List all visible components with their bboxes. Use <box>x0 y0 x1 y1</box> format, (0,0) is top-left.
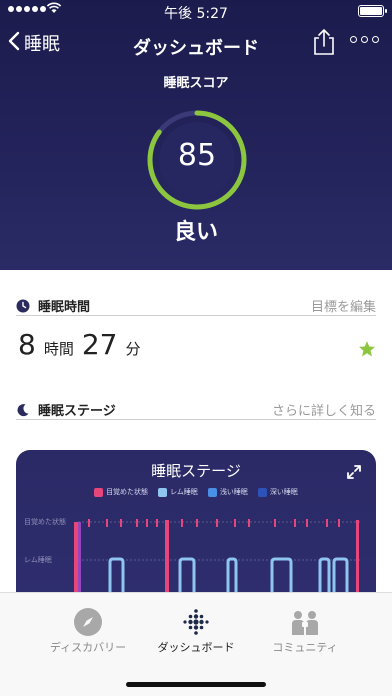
row-label-rem: レム睡眠 <box>24 556 52 564</box>
awake-tick <box>274 519 276 527</box>
legend-swatch <box>207 487 217 497</box>
legend-item-awake: 目覚めた状態 <box>94 487 148 497</box>
legend-item-deep: 深い睡眠 <box>257 487 298 497</box>
awake-tick <box>181 519 183 527</box>
tab-label: コミュニティ <box>272 641 338 654</box>
awake-tick <box>306 519 308 527</box>
more-button[interactable] <box>350 36 379 43</box>
awake-tick <box>294 519 296 527</box>
awake-tick <box>234 519 236 527</box>
sleep-time-title: 睡眠時間 <box>38 300 91 315</box>
tab-bar: ディスカバリー ダッシュボード コミュニティ <box>0 592 392 696</box>
share-button[interactable] <box>312 28 336 56</box>
awake-tick <box>136 519 138 527</box>
legend-swatch <box>257 487 267 497</box>
share-icon <box>314 29 334 55</box>
chart-title: 睡眠ステージ <box>151 462 241 480</box>
compass-icon <box>74 608 102 636</box>
awake-tick <box>248 519 250 527</box>
legend-label: レム睡眠 <box>170 488 198 496</box>
legend-item-light: 浅い睡眠 <box>207 487 248 497</box>
sleep-time-header: 睡眠時間 目標を編集 <box>16 296 376 316</box>
sleep-score-rating: 良い <box>173 220 218 245</box>
legend-label: 目覚めた状態 <box>106 488 149 496</box>
sleep-score-label: 睡眠スコア <box>163 76 229 91</box>
navigation-bar: 睡眠 ダッシュボード <box>0 26 392 62</box>
chart-legend: 目覚めた状態 レム睡眠 浅い睡眠 深い睡眠 <box>16 487 376 497</box>
more-dot-icon <box>372 36 379 43</box>
sleep-score-header: 午後 5:27 睡眠 ダッシュボード 睡眠スコア 85 良い <box>0 0 392 270</box>
status-bar: 午後 5:27 <box>0 0 392 22</box>
moon-icon <box>17 403 29 416</box>
expand-icon[interactable] <box>346 464 362 480</box>
sleep-stages-header: 睡眠ステージ さらに詳しく知る <box>16 400 376 420</box>
more-dot-icon <box>361 36 368 43</box>
legend-label: 浅い睡眠 <box>219 488 248 496</box>
awake-tick <box>196 519 198 527</box>
status-time: 午後 5:27 <box>164 6 228 22</box>
clock-icon <box>16 299 30 312</box>
dots-grid-icon <box>183 609 209 635</box>
more-dot-icon <box>350 36 357 43</box>
awake-tick <box>326 519 328 527</box>
learn-more-link[interactable]: さらに詳しく知る <box>272 400 376 419</box>
awake-tick <box>216 519 218 527</box>
awake-tick <box>338 519 340 527</box>
awake-tick <box>156 519 158 527</box>
sleep-minutes: 27 <box>81 328 118 361</box>
home-indicator <box>126 682 266 687</box>
sleep-minutes-unit: 分 <box>125 340 141 358</box>
row-label-awake: 目覚めた状態 <box>24 518 66 526</box>
battery-icon <box>358 5 387 17</box>
awake-tick <box>106 519 108 527</box>
sleep-score-value: 85 <box>177 138 217 173</box>
legend-item-rem: レム睡眠 <box>158 487 198 497</box>
awake-tick <box>88 519 90 527</box>
legend-label: 深い睡眠 <box>269 488 298 496</box>
awake-tick <box>120 519 122 527</box>
star-icon <box>359 341 375 357</box>
sleep-stages-title: 睡眠ステージ <box>38 404 116 419</box>
tab-community[interactable]: コミュニティ <box>240 593 370 663</box>
awake-tick <box>146 519 148 527</box>
legend-swatch <box>94 487 104 497</box>
sleep-hours-unit: 時間 <box>43 340 74 358</box>
legend-swatch <box>158 487 168 497</box>
edit-goal-link[interactable]: 目標を編集 <box>311 296 376 315</box>
people-icon <box>292 611 318 635</box>
sleep-hours: 8 <box>18 328 36 361</box>
sleep-duration: 8 時間 27 分 <box>18 328 141 361</box>
